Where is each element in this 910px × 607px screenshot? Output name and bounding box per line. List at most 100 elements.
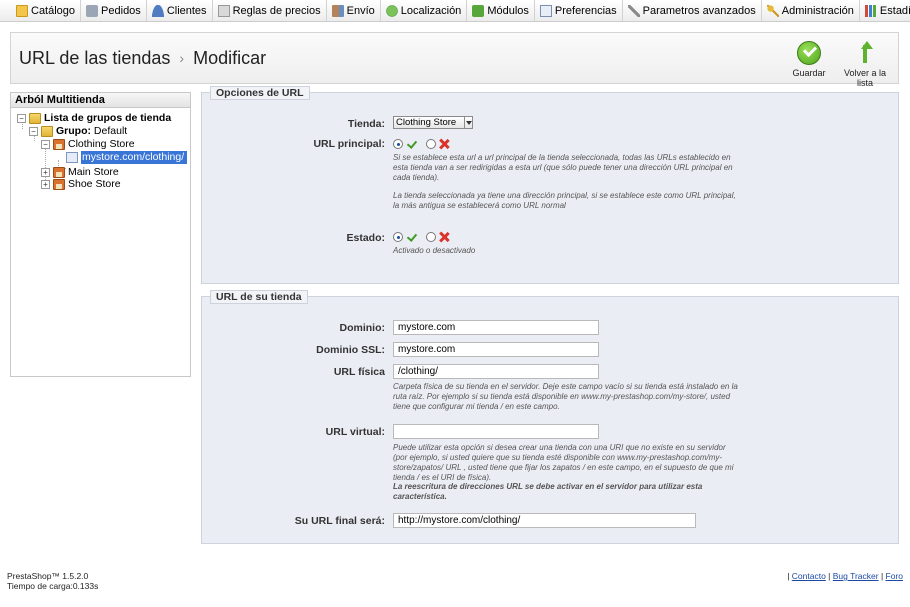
back-button-label: Volver a la lista	[843, 68, 887, 88]
main-url-radio-group	[393, 138, 449, 150]
menu-item-preferences[interactable]: Preferencias	[535, 0, 623, 21]
collapse-toggle[interactable]: −	[41, 140, 50, 149]
menu-item-label: Envío	[346, 4, 375, 17]
shop-select[interactable]: Clothing Store	[393, 116, 473, 129]
virtual-uri-input[interactable]	[393, 424, 599, 439]
check-icon	[406, 139, 418, 149]
shop-icon	[53, 179, 65, 190]
tree-shop-label: Clothing Store	[68, 138, 135, 150]
virtual-uri-label: URL virtual:	[325, 426, 385, 438]
collapse-toggle[interactable]: −	[29, 127, 38, 136]
domain-input[interactable]	[393, 320, 599, 335]
tree-root-label: Lista de grupos de tienda	[44, 112, 172, 124]
page-header: URL de las tiendas › Modificar Guardar Vol…	[10, 32, 899, 88]
puzzle-icon	[472, 4, 485, 17]
menu-item-label: Preferencias	[554, 4, 617, 17]
tree-shop-shoe[interactable]: + Shoe Store	[41, 178, 121, 191]
back-arrow-icon	[853, 41, 877, 65]
footer-version: PrestaShop™ 1.5.2.0	[7, 571, 89, 581]
virtual-uri-rewrite-note: La reescritura de direcciones URL se deb…	[393, 482, 703, 501]
save-check-icon	[797, 41, 821, 65]
save-button-label: Guardar	[792, 68, 826, 78]
footer-links: | Contacto | Bug Tracker | Foro	[787, 571, 903, 581]
tree-group-prefix: Grupo:	[56, 125, 91, 137]
tree-panel-title: Arból Multitienda	[11, 93, 190, 108]
back-to-list-button[interactable]: Volver a la lista	[835, 41, 895, 88]
tree-url-label: mystore.com/clothing/	[81, 151, 188, 164]
menu-item-orders[interactable]: Pedidos	[81, 0, 147, 21]
key-icon	[766, 4, 779, 17]
folder-open-icon	[41, 126, 53, 137]
virtual-uri-hint: Puede utilizar esta opción si desea crea…	[393, 443, 734, 482]
tree-shop-clothing[interactable]: − Clothing Store	[41, 138, 135, 151]
tree-group[interactable]: − Grupo: Default	[29, 125, 127, 138]
cart-icon	[86, 4, 99, 17]
footer-forum-link[interactable]: Foro	[886, 571, 903, 581]
menu-item-stats[interactable]: Estadísticas	[860, 0, 910, 21]
menu-item-catalog[interactable]: Catálogo	[0, 0, 82, 21]
preferences-icon	[539, 4, 552, 17]
cross-icon	[439, 139, 449, 149]
footer-info: PrestaShop™ 1.5.2.0 Tiempo de carga:0.13…	[7, 571, 98, 591]
physical-uri-hint: Carpeta física de su tienda en el servid…	[393, 382, 738, 411]
cross-icon	[439, 232, 449, 242]
shop-select-value: Clothing Store	[396, 117, 457, 128]
menu-item-label: Reglas de precios	[232, 4, 321, 17]
status-disabled-radio[interactable]	[426, 232, 436, 242]
menu-item-shipping[interactable]: Envío	[327, 0, 381, 21]
save-button[interactable]: Guardar	[787, 41, 831, 78]
menu-item-price-rules[interactable]: Reglas de precios	[213, 0, 327, 21]
collapse-toggle[interactable]: −	[17, 114, 26, 123]
final-url-input[interactable]	[393, 513, 696, 528]
shop-label: Tienda:	[347, 118, 385, 130]
menu-item-label: Módulos	[487, 4, 529, 17]
customers-icon	[151, 4, 164, 17]
status-radio-group	[393, 231, 449, 243]
shop-url-fieldset: URL de su tienda Dominio: Dominio SSL: U…	[201, 290, 899, 544]
page-title-main: URL de las tiendas	[19, 48, 171, 68]
multistore-tree-panel: Arból Multitienda − Lista de grupos de t…	[10, 92, 191, 377]
tree-shop-label: Shoe Store	[68, 178, 121, 190]
menu-item-label: Localización	[400, 4, 462, 17]
main-url-yes-radio[interactable]	[393, 139, 403, 149]
domain-ssl-input[interactable]	[393, 342, 599, 357]
wrench-icon	[627, 4, 640, 17]
expand-toggle[interactable]: +	[41, 180, 50, 189]
final-url-label: Su URL final será:	[294, 515, 385, 527]
tree-url-selected[interactable]: mystore.com/clothing/	[66, 151, 188, 164]
page-title: URL de las tiendas › Modificar	[19, 48, 266, 69]
physical-uri-input[interactable]	[393, 364, 599, 379]
folder-open-icon	[29, 113, 41, 124]
menu-item-label: Catálogo	[31, 4, 76, 17]
globe-icon	[385, 4, 398, 17]
url-options-legend: Opciones de URL	[210, 86, 310, 100]
folder-icon	[16, 4, 28, 17]
menu-item-label: Clientes	[166, 4, 207, 17]
menu-item-localization[interactable]: Localización	[381, 0, 468, 21]
menu-item-modules[interactable]: Módulos	[467, 0, 535, 21]
footer-bug-tracker-link[interactable]: Bug Tracker	[833, 571, 879, 581]
tree-root[interactable]: − Lista de grupos de tienda	[17, 112, 171, 125]
shop-icon	[53, 167, 65, 178]
page-title-sub: Modificar	[193, 48, 267, 68]
menu-item-customers[interactable]: Clientes	[147, 0, 213, 21]
price-rules-icon	[217, 4, 230, 17]
status-hint: Activado o desactivado	[393, 246, 476, 255]
expand-toggle[interactable]: +	[41, 168, 50, 177]
top-menu: Catálogo Pedidos Clientes Reglas de prec…	[0, 0, 910, 22]
menu-item-advanced-parameters[interactable]: Parametros avanzados	[623, 0, 762, 21]
check-icon	[406, 232, 418, 242]
status-enabled-radio[interactable]	[393, 232, 403, 242]
menu-item-administration[interactable]: Administración	[762, 0, 860, 21]
url-link-icon	[66, 152, 78, 163]
main-url-hint: Si se establece esta url a url principal…	[393, 153, 733, 182]
menu-item-label: Parametros avanzados	[642, 4, 756, 17]
status-label: Estado:	[346, 232, 385, 244]
domain-label: Dominio:	[339, 322, 386, 334]
footer-contact-link[interactable]: Contacto	[792, 571, 826, 581]
url-options-fieldset: Opciones de URL Tienda: Clothing Store U…	[201, 86, 899, 284]
dropdown-arrow-icon	[464, 117, 472, 128]
menu-item-label: Administración	[781, 4, 854, 17]
domain-ssl-label: Dominio SSL:	[316, 344, 385, 356]
main-url-no-radio[interactable]	[426, 139, 436, 149]
